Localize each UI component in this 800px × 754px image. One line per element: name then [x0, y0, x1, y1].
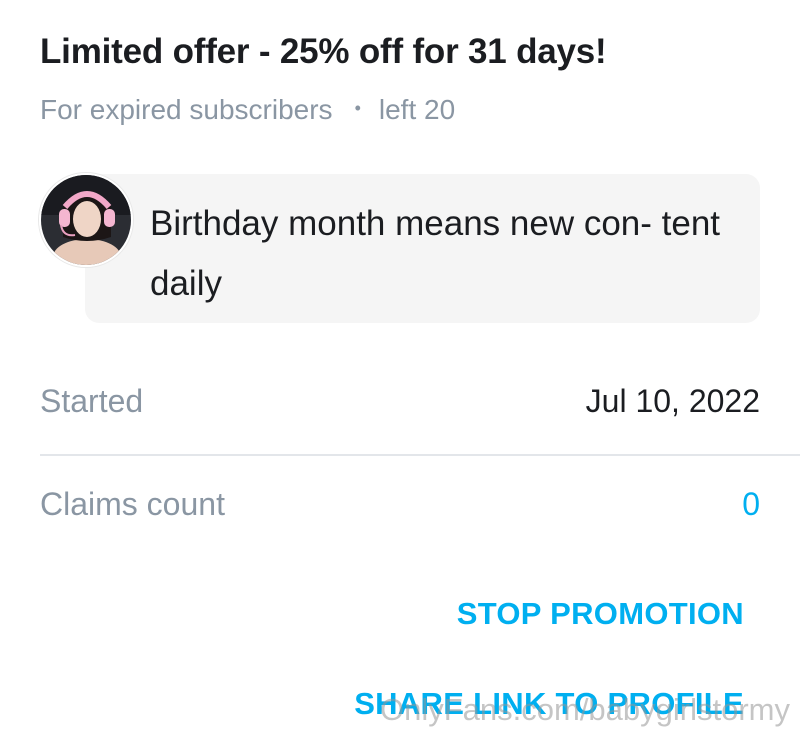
- message-text: Birthday month means new con- tent daily: [150, 204, 721, 303]
- avatar[interactable]: [39, 173, 133, 267]
- remaining-count: left 20: [378, 94, 456, 125]
- watermark: OnlyFans.com/babygirlstormy: [379, 692, 790, 727]
- offer-subline: For expired subscribers • left 20: [40, 94, 455, 126]
- claims-value: 0: [742, 486, 760, 522]
- audience-text: For expired subscribers: [40, 94, 333, 125]
- claims-label: Claims count: [40, 486, 225, 522]
- divider: [40, 454, 800, 456]
- offer-title: Limited offer - 25% off for 31 days!: [40, 32, 607, 71]
- started-label: Started: [40, 383, 144, 419]
- started-value: Jul 10, 2022: [585, 383, 760, 419]
- stop-promotion-button[interactable]: STOP PROMOTION: [457, 596, 744, 632]
- avatar-image: [41, 175, 131, 265]
- separator-dot: •: [354, 97, 361, 118]
